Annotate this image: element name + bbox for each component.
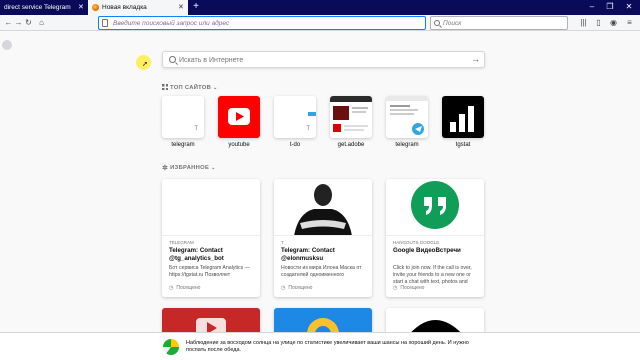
close-window-icon[interactable]: ✕ xyxy=(621,0,637,15)
home-icon[interactable]: ⌂ xyxy=(36,17,47,28)
side-logo-icon xyxy=(2,40,12,50)
maximize-icon[interactable]: ❐ xyxy=(602,0,618,15)
tab-title: Новая вкладка xyxy=(102,4,147,11)
highlight-card[interactable]: HANGOUTS.GOOGLE Google ВидеоВстречи Clic… xyxy=(386,179,484,297)
top-sites-header[interactable]: ТОП САЙТОВ ⌄ xyxy=(162,84,218,91)
mouse-cursor-icon: ➚ xyxy=(142,61,148,68)
search-input[interactable] xyxy=(443,19,563,28)
hangouts-logo-icon xyxy=(411,181,459,229)
grid-icon xyxy=(162,84,168,90)
top-site-telegram[interactable]: T xyxy=(162,96,204,138)
reload-icon[interactable]: ↻ xyxy=(23,17,34,28)
highlights-header[interactable]: ✲ ИЗБРАННОЕ ⌄ xyxy=(162,165,216,172)
snippet-text: Наблюдение за восходом солнца на улице п… xyxy=(186,340,469,353)
card-image xyxy=(274,179,372,236)
highlight-card[interactable]: TELEGRAM Telegram: Contact @tg_analytics… xyxy=(162,179,260,297)
account-icon[interactable]: ◉ xyxy=(608,17,619,28)
top-site-t-do[interactable]: T xyxy=(274,96,316,138)
library-icon[interactable]: ||| xyxy=(578,17,589,28)
top-site-label: tgstat xyxy=(455,142,471,148)
card-source: TELEGRAM xyxy=(169,240,194,245)
chevron-down-icon: ⌄ xyxy=(211,165,216,171)
address-input[interactable] xyxy=(113,19,413,28)
top-site-telegram-2[interactable] xyxy=(386,96,428,138)
top-site-label: telegram xyxy=(171,142,195,148)
card-image xyxy=(162,179,260,236)
card-description: Click to join now. If the call is over, … xyxy=(393,265,472,285)
person-photo xyxy=(294,184,352,235)
page-icon xyxy=(102,19,108,27)
card-context: Посещено xyxy=(169,285,200,291)
new-tab-button[interactable]: + xyxy=(190,0,202,15)
chevron-down-icon: ⌄ xyxy=(213,85,218,91)
top-sites-title: ТОП САЙТОВ xyxy=(170,85,212,91)
card-title: Telegram: Contact @elonmusksu xyxy=(281,247,335,262)
top-site-youtube[interactable] xyxy=(218,96,260,138)
site-preview-bar xyxy=(308,112,316,116)
snippet-notification: Наблюдение за восходом солнца на улице п… xyxy=(0,332,640,360)
card-title: Telegram: Contact @tg_analytics_bot xyxy=(169,247,224,262)
card-description: Бот сервиса Telegram Analytics — https:/… xyxy=(169,265,250,278)
tab-strip: direct service Telegram ✕ Новая вкладка … xyxy=(0,0,640,15)
card-description: Новости из мира Илона Маска от создателе… xyxy=(281,265,362,278)
tgstat-logo-icon xyxy=(450,106,474,132)
top-site-label: youtube xyxy=(228,142,250,148)
tab-telegram[interactable]: direct service Telegram xyxy=(0,0,86,15)
tab-title: direct service Telegram xyxy=(4,4,71,11)
close-tab-icon[interactable]: ✕ xyxy=(78,0,84,15)
top-site-label: get.adobe xyxy=(337,142,365,148)
tile-letter: T xyxy=(194,126,198,132)
adobe-page-preview xyxy=(330,96,372,132)
navigation-toolbar: ← → ↻ ⌂ ||| ▯ ◉ ≡ xyxy=(0,15,640,31)
web-search-input[interactable] xyxy=(179,55,459,65)
top-site-get-adobe[interactable] xyxy=(330,96,372,138)
youtube-logo-icon xyxy=(228,108,250,125)
tab-new-tab[interactable]: Новая вкладка ✕ xyxy=(88,0,188,15)
sidebar-icon[interactable]: ▯ xyxy=(593,17,604,28)
search-bar[interactable] xyxy=(430,16,568,30)
card-context: Посещено xyxy=(281,285,312,291)
firefox-icon xyxy=(92,4,99,11)
card-title: Google ВидеоВстречи xyxy=(393,247,461,254)
minimize-icon[interactable]: – xyxy=(584,0,600,15)
top-site-label: t-do xyxy=(289,142,301,148)
card-source: T xyxy=(281,240,284,245)
web-search-box[interactable]: → xyxy=(162,51,485,68)
address-bar[interactable] xyxy=(98,16,426,30)
telegram-page-preview xyxy=(386,96,428,135)
new-tab-page: → ➚ ТОП САЙТОВ⌄ T telegram youtube T t-d… xyxy=(0,32,640,360)
search-submit-arrow-icon[interactable]: → xyxy=(471,54,480,65)
card-image xyxy=(386,179,484,236)
highlights-icon: ✲ xyxy=(162,165,169,172)
search-icon xyxy=(434,20,440,26)
snippet-logo-icon xyxy=(163,339,179,355)
card-context: Посещено xyxy=(393,285,424,291)
top-site-tgstat[interactable] xyxy=(442,96,484,138)
top-site-label: telegram xyxy=(395,142,419,148)
highlights-title: ИЗБРАННОЕ xyxy=(170,165,210,171)
tile-letter: T xyxy=(306,126,310,132)
highlight-card[interactable]: T Telegram: Contact @elonmusksu Новости … xyxy=(274,179,372,297)
menu-icon[interactable]: ≡ xyxy=(624,17,635,28)
close-tab-icon[interactable]: ✕ xyxy=(178,0,184,15)
search-icon xyxy=(169,56,176,63)
card-source: HANGOUTS.GOOGLE xyxy=(393,240,440,245)
